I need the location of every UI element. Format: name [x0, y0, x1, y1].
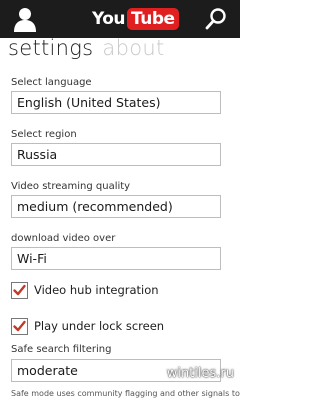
- region-select[interactable]: Russia: [11, 143, 221, 166]
- language-select[interactable]: English (United States): [11, 91, 221, 114]
- download-over-label: download video over: [11, 233, 116, 244]
- watermark: wintiles.ru: [166, 366, 234, 381]
- language-label: Select language: [11, 77, 92, 88]
- download-over-value: Wi-Fi: [17, 251, 47, 266]
- pivot-header: settings about: [8, 36, 165, 66]
- youtube-logo: You Tube: [92, 8, 179, 30]
- checkmark-icon: [13, 320, 26, 331]
- lock-screen-checkbox[interactable]: [11, 317, 28, 335]
- safe-search-label: Safe search filtering: [11, 344, 112, 355]
- video-hub-toggle[interactable]: Video hub integration: [11, 280, 159, 300]
- user-icon[interactable]: [12, 6, 38, 32]
- lock-screen-toggle[interactable]: Play under lock screen: [11, 316, 164, 336]
- logo-you-text: You: [92, 9, 126, 29]
- region-label: Select region: [11, 129, 77, 140]
- streaming-quality-value: medium (recommended): [17, 199, 173, 214]
- video-hub-checkbox[interactable]: [11, 281, 28, 299]
- streaming-quality-select[interactable]: medium (recommended): [11, 195, 221, 218]
- language-value: English (United States): [17, 95, 161, 110]
- app-bar: You Tube: [0, 0, 240, 38]
- tab-settings[interactable]: settings: [8, 36, 93, 60]
- safe-search-footnote: Safe mode uses community flagging and ot…: [11, 389, 240, 398]
- streaming-quality-label: Video streaming quality: [11, 181, 131, 192]
- checkmark-icon: [13, 284, 26, 295]
- logo-tube-text: Tube: [127, 8, 179, 30]
- safe-search-value: moderate: [17, 363, 78, 378]
- video-hub-label: Video hub integration: [34, 283, 159, 297]
- search-icon[interactable]: [204, 7, 228, 31]
- region-value: Russia: [17, 147, 58, 162]
- lock-screen-label: Play under lock screen: [34, 319, 165, 333]
- download-over-select[interactable]: Wi-Fi: [11, 247, 221, 270]
- tab-about[interactable]: about: [102, 36, 164, 60]
